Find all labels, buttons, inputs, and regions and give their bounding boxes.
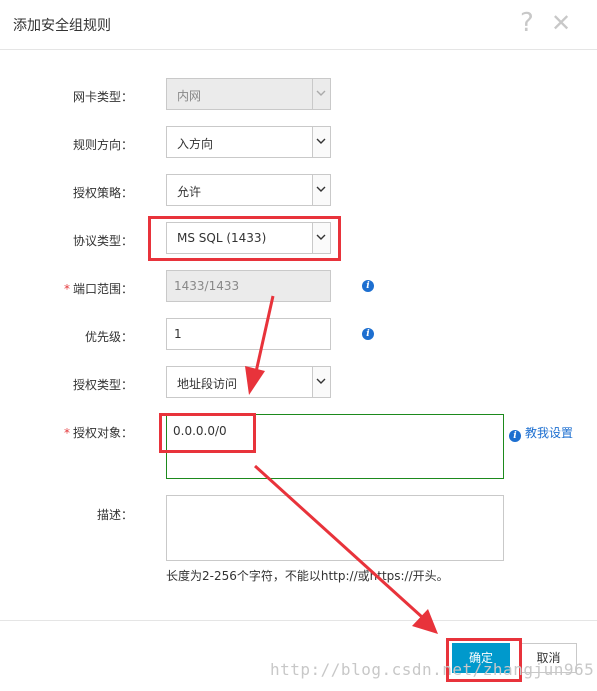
policy-value: 允许 — [177, 185, 202, 199]
info-icon[interactable]: i — [362, 280, 374, 292]
nic-type-select[interactable]: 内网 — [166, 78, 331, 110]
protocol-label: 协议类型： — [72, 234, 133, 248]
required-asterisk: * — [63, 282, 70, 296]
annotation-box-protocol — [148, 216, 341, 261]
info-icon[interactable]: i — [362, 328, 374, 340]
port-range-input[interactable]: 1433/1433 — [166, 270, 331, 302]
chevron-down-icon — [312, 367, 330, 397]
teach-me-link[interactable]: i 教我设置 — [509, 424, 573, 442]
chevron-down-icon — [312, 175, 330, 205]
nic-type-value: 内网 — [177, 89, 202, 103]
dialog-header: 添加安全组规则 ? ✕ — [0, 0, 597, 50]
auth-type-select[interactable]: 地址段访问 — [166, 366, 331, 398]
info-icon: i — [509, 430, 521, 442]
policy-label: 授权策略： — [72, 186, 133, 200]
required-asterisk: * — [63, 426, 70, 440]
chevron-down-icon — [312, 127, 330, 157]
direction-label: 规则方向： — [72, 138, 133, 152]
nic-type-label: 网卡类型： — [72, 90, 133, 104]
footer-divider — [0, 620, 597, 621]
annotation-box-auth-object — [159, 413, 256, 453]
chevron-down-icon — [312, 79, 330, 109]
description-hint: 长度为2-256个字符，不能以http://或https://开头。 — [166, 569, 449, 583]
question-icon[interactable]: ? — [520, 8, 534, 38]
description-textarea[interactable] — [166, 495, 504, 561]
dialog-title: 添加安全组规则 — [13, 18, 111, 34]
close-icon[interactable]: ✕ — [551, 9, 571, 37]
auth-object-label: * 授权对象： — [63, 426, 133, 440]
priority-input[interactable]: 1 — [166, 318, 331, 350]
priority-value: 1 — [174, 327, 182, 341]
direction-select[interactable]: 入方向 — [166, 126, 331, 158]
port-range-value: 1433/1433 — [174, 279, 240, 293]
port-range-label: * 端口范围： — [63, 282, 133, 296]
policy-select[interactable]: 允许 — [166, 174, 331, 206]
priority-label: 优先级： — [84, 330, 133, 344]
watermark-text: http://blog.csdn.net/zhangjun965 — [270, 660, 595, 679]
auth-type-value: 地址段访问 — [177, 377, 238, 391]
auth-type-label: 授权类型： — [72, 378, 133, 392]
description-label: 描述： — [96, 508, 133, 522]
direction-value: 入方向 — [177, 137, 214, 151]
annotation-arrow-head — [412, 609, 438, 634]
